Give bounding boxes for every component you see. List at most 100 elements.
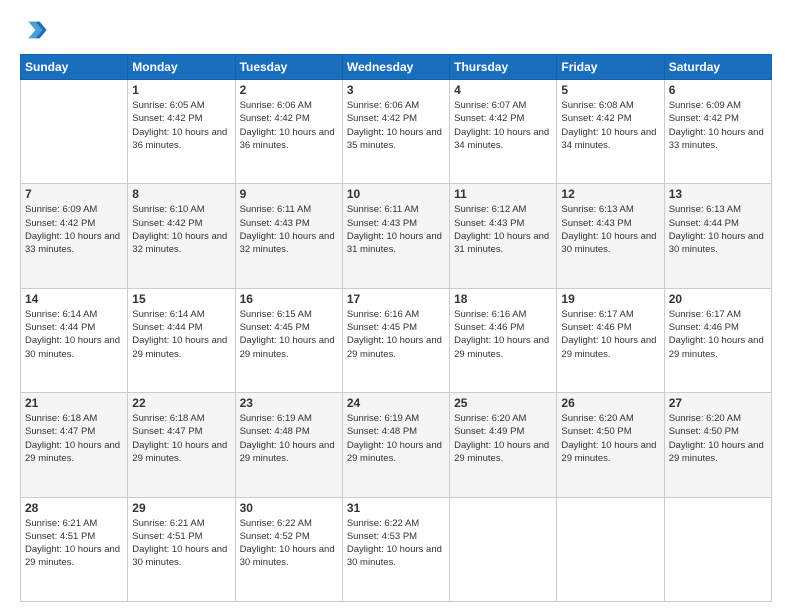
calendar-cell: 23 Sunrise: 6:19 AM Sunset: 4:48 PM Dayli… bbox=[235, 393, 342, 497]
day-info: Sunrise: 6:13 AM Sunset: 4:44 PM Dayligh… bbox=[669, 203, 767, 256]
calendar-cell: 31 Sunrise: 6:22 AM Sunset: 4:53 PM Dayli… bbox=[342, 497, 449, 601]
calendar-cell: 28Sunrise: 6:21 AM Sunset: 4:51 PM Dayli… bbox=[21, 497, 128, 601]
day-number: 23 bbox=[240, 396, 338, 410]
day-info: Sunrise: 6:18 AM Sunset: 4:47 PM Dayligh… bbox=[132, 412, 230, 465]
calendar-cell: 2 Sunrise: 6:06 AM Sunset: 4:42 PM Daylig… bbox=[235, 80, 342, 184]
calendar-cell: 7 Sunrise: 6:09 AM Sunset: 4:42 PM Daylig… bbox=[21, 184, 128, 288]
day-info: Sunrise: 6:10 AM Sunset: 4:42 PM Dayligh… bbox=[132, 203, 230, 256]
day-info: Sunrise: 6:05 AM Sunset: 4:42 PM Dayligh… bbox=[132, 99, 230, 152]
day-info: Sunrise: 6:12 AM Sunset: 4:43 PM Dayligh… bbox=[454, 203, 552, 256]
day-number: 30 bbox=[240, 501, 338, 515]
day-number: 21 bbox=[25, 396, 123, 410]
calendar-cell bbox=[557, 497, 664, 601]
logo-icon bbox=[20, 16, 48, 44]
calendar-cell: 8 Sunrise: 6:10 AM Sunset: 4:42 PM Daylig… bbox=[128, 184, 235, 288]
day-info: Sunrise: 6:22 AM Sunset: 4:52 PM Dayligh… bbox=[240, 517, 338, 570]
day-number: 19 bbox=[561, 292, 659, 306]
calendar-table: SundayMondayTuesdayWednesdayThursdayFrid… bbox=[20, 54, 772, 602]
day-number: 1 bbox=[132, 83, 230, 97]
calendar-cell bbox=[664, 497, 771, 601]
weekday-header: Tuesday bbox=[235, 55, 342, 80]
day-info: Sunrise: 6:21 AM Sunset: 4:51 PM Dayligh… bbox=[132, 517, 230, 570]
day-info: Sunrise: 6:11 AM Sunset: 4:43 PM Dayligh… bbox=[347, 203, 445, 256]
day-info: Sunrise: 6:20 AM Sunset: 4:49 PM Dayligh… bbox=[454, 412, 552, 465]
day-info: Sunrise: 6:19 AM Sunset: 4:48 PM Dayligh… bbox=[347, 412, 445, 465]
day-number: 16 bbox=[240, 292, 338, 306]
day-number: 18 bbox=[454, 292, 552, 306]
day-info: Sunrise: 6:09 AM Sunset: 4:42 PM Dayligh… bbox=[25, 203, 123, 256]
day-number: 29 bbox=[132, 501, 230, 515]
calendar-cell: 30 Sunrise: 6:22 AM Sunset: 4:52 PM Dayli… bbox=[235, 497, 342, 601]
day-number: 15 bbox=[132, 292, 230, 306]
day-number: 10 bbox=[347, 187, 445, 201]
day-info: Sunrise: 6:16 AM Sunset: 4:46 PM Dayligh… bbox=[454, 308, 552, 361]
calendar-cell: 27 Sunrise: 6:20 AM Sunset: 4:50 PM Dayli… bbox=[664, 393, 771, 497]
day-number: 11 bbox=[454, 187, 552, 201]
day-number: 31 bbox=[347, 501, 445, 515]
day-number: 20 bbox=[669, 292, 767, 306]
calendar-cell: 17 Sunrise: 6:16 AM Sunset: 4:45 PM Dayli… bbox=[342, 288, 449, 392]
calendar-cell: 26Sunrise: 6:20 AM Sunset: 4:50 PM Dayli… bbox=[557, 393, 664, 497]
calendar-cell: 10 Sunrise: 6:11 AM Sunset: 4:43 PM Dayli… bbox=[342, 184, 449, 288]
day-info: Sunrise: 6:06 AM Sunset: 4:42 PM Dayligh… bbox=[240, 99, 338, 152]
page: SundayMondayTuesdayWednesdayThursdayFrid… bbox=[0, 0, 792, 612]
calendar-cell: 5 Sunrise: 6:08 AM Sunset: 4:42 PM Daylig… bbox=[557, 80, 664, 184]
day-number: 17 bbox=[347, 292, 445, 306]
calendar-cell: 16 Sunrise: 6:15 AM Sunset: 4:45 PM Dayli… bbox=[235, 288, 342, 392]
day-info: Sunrise: 6:09 AM Sunset: 4:42 PM Dayligh… bbox=[669, 99, 767, 152]
calendar-cell: 19 Sunrise: 6:17 AM Sunset: 4:46 PM Dayli… bbox=[557, 288, 664, 392]
day-number: 2 bbox=[240, 83, 338, 97]
calendar-cell: 25Sunrise: 6:20 AM Sunset: 4:49 PM Dayli… bbox=[450, 393, 557, 497]
day-info: Sunrise: 6:17 AM Sunset: 4:46 PM Dayligh… bbox=[669, 308, 767, 361]
day-info: Sunrise: 6:20 AM Sunset: 4:50 PM Dayligh… bbox=[669, 412, 767, 465]
calendar-cell: 6 Sunrise: 6:09 AM Sunset: 4:42 PM Daylig… bbox=[664, 80, 771, 184]
day-info: Sunrise: 6:06 AM Sunset: 4:42 PM Dayligh… bbox=[347, 99, 445, 152]
day-number: 6 bbox=[669, 83, 767, 97]
calendar-cell: 1 Sunrise: 6:05 AM Sunset: 4:42 PM Daylig… bbox=[128, 80, 235, 184]
calendar-cell: 24 Sunrise: 6:19 AM Sunset: 4:48 PM Dayli… bbox=[342, 393, 449, 497]
calendar-cell: 21 Sunrise: 6:18 AM Sunset: 4:47 PM Dayli… bbox=[21, 393, 128, 497]
day-number: 5 bbox=[561, 83, 659, 97]
calendar-cell bbox=[450, 497, 557, 601]
day-number: 28 bbox=[25, 501, 123, 515]
calendar-cell bbox=[21, 80, 128, 184]
calendar-cell: 20 Sunrise: 6:17 AM Sunset: 4:46 PM Dayli… bbox=[664, 288, 771, 392]
day-number: 14 bbox=[25, 292, 123, 306]
day-info: Sunrise: 6:18 AM Sunset: 4:47 PM Dayligh… bbox=[25, 412, 123, 465]
day-number: 8 bbox=[132, 187, 230, 201]
day-info: Sunrise: 6:20 AM Sunset: 4:50 PM Dayligh… bbox=[561, 412, 659, 465]
day-number: 24 bbox=[347, 396, 445, 410]
day-info: Sunrise: 6:11 AM Sunset: 4:43 PM Dayligh… bbox=[240, 203, 338, 256]
day-number: 4 bbox=[454, 83, 552, 97]
day-info: Sunrise: 6:08 AM Sunset: 4:42 PM Dayligh… bbox=[561, 99, 659, 152]
calendar-cell: 9 Sunrise: 6:11 AM Sunset: 4:43 PM Daylig… bbox=[235, 184, 342, 288]
calendar-cell: 18 Sunrise: 6:16 AM Sunset: 4:46 PM Dayli… bbox=[450, 288, 557, 392]
day-info: Sunrise: 6:13 AM Sunset: 4:43 PM Dayligh… bbox=[561, 203, 659, 256]
day-number: 12 bbox=[561, 187, 659, 201]
weekday-header: Friday bbox=[557, 55, 664, 80]
day-number: 3 bbox=[347, 83, 445, 97]
day-info: Sunrise: 6:22 AM Sunset: 4:53 PM Dayligh… bbox=[347, 517, 445, 570]
day-info: Sunrise: 6:07 AM Sunset: 4:42 PM Dayligh… bbox=[454, 99, 552, 152]
day-number: 9 bbox=[240, 187, 338, 201]
day-info: Sunrise: 6:19 AM Sunset: 4:48 PM Dayligh… bbox=[240, 412, 338, 465]
day-number: 22 bbox=[132, 396, 230, 410]
day-info: Sunrise: 6:15 AM Sunset: 4:45 PM Dayligh… bbox=[240, 308, 338, 361]
logo bbox=[20, 16, 52, 44]
day-number: 7 bbox=[25, 187, 123, 201]
day-info: Sunrise: 6:14 AM Sunset: 4:44 PM Dayligh… bbox=[25, 308, 123, 361]
calendar-cell: 13Sunrise: 6:13 AM Sunset: 4:44 PM Dayli… bbox=[664, 184, 771, 288]
weekday-header: Monday bbox=[128, 55, 235, 80]
weekday-header: Thursday bbox=[450, 55, 557, 80]
calendar-cell: 3 Sunrise: 6:06 AM Sunset: 4:42 PM Daylig… bbox=[342, 80, 449, 184]
day-number: 27 bbox=[669, 396, 767, 410]
day-info: Sunrise: 6:16 AM Sunset: 4:45 PM Dayligh… bbox=[347, 308, 445, 361]
weekday-header: Sunday bbox=[21, 55, 128, 80]
calendar-cell: 12 Sunrise: 6:13 AM Sunset: 4:43 PM Dayli… bbox=[557, 184, 664, 288]
weekday-header: Saturday bbox=[664, 55, 771, 80]
calendar-cell: 14 Sunrise: 6:14 AM Sunset: 4:44 PM Dayli… bbox=[21, 288, 128, 392]
calendar-cell: 11 Sunrise: 6:12 AM Sunset: 4:43 PM Dayli… bbox=[450, 184, 557, 288]
header bbox=[20, 16, 772, 44]
calendar-cell: 15Sunrise: 6:14 AM Sunset: 4:44 PM Dayli… bbox=[128, 288, 235, 392]
day-info: Sunrise: 6:17 AM Sunset: 4:46 PM Dayligh… bbox=[561, 308, 659, 361]
